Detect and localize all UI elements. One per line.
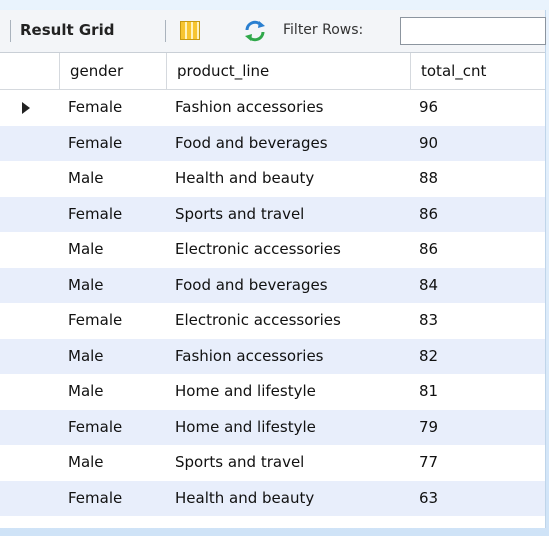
- row-marker[interactable]: [0, 410, 60, 446]
- table-row[interactable]: Male Sports and travel 77: [0, 445, 545, 481]
- row-marker[interactable]: [0, 126, 60, 162]
- table-row[interactable]: Female Health and beauty 63: [0, 480, 545, 517]
- cell-total-cnt[interactable]: 90: [411, 126, 545, 162]
- cell-gender[interactable]: Male: [60, 339, 167, 375]
- cell-gender[interactable]: Female: [60, 126, 167, 162]
- filter-rows-label: Filter Rows:: [283, 22, 364, 38]
- cell-product-line[interactable]: Health and beauty: [167, 161, 411, 197]
- cell-gender[interactable]: Female: [60, 90, 167, 126]
- cell-product-line[interactable]: Food and beverages: [167, 126, 411, 162]
- cell-gender[interactable]: Female: [60, 481, 167, 517]
- cell-gender[interactable]: Male: [60, 445, 167, 481]
- result-grid-tab[interactable]: Result Grid: [20, 21, 114, 39]
- cell-total-cnt[interactable]: 79: [411, 410, 545, 446]
- cell-gender[interactable]: Female: [60, 410, 167, 446]
- row-marker[interactable]: [0, 161, 60, 197]
- header-row-marker: [0, 53, 60, 89]
- cell-total-cnt[interactable]: 96: [411, 90, 545, 126]
- table-row[interactable]: Female Sports and travel 86: [0, 196, 545, 233]
- cell-total-cnt[interactable]: 82: [411, 339, 545, 375]
- cell-product-line[interactable]: Sports and travel: [167, 197, 411, 233]
- toolbar-separator: [10, 20, 11, 42]
- cell-product-line[interactable]: Electronic accessories: [167, 303, 411, 339]
- table-row[interactable]: Male Health and beauty 88: [0, 161, 545, 197]
- cell-gender[interactable]: Male: [60, 161, 167, 197]
- table-row[interactable]: Female Home and lifestyle 79: [0, 409, 545, 446]
- cell-total-cnt[interactable]: 83: [411, 303, 545, 339]
- cell-product-line[interactable]: Sports and travel: [167, 445, 411, 481]
- row-marker[interactable]: [0, 90, 60, 126]
- row-marker[interactable]: [0, 374, 60, 410]
- column-header-gender[interactable]: gender: [60, 53, 167, 89]
- filter-rows-input[interactable]: [400, 17, 546, 45]
- cell-gender[interactable]: Male: [60, 268, 167, 304]
- cell-total-cnt[interactable]: 63: [411, 481, 545, 517]
- cell-total-cnt[interactable]: 81: [411, 374, 545, 410]
- window-frame: Result Grid Filter Rows: gender product_…: [0, 0, 549, 536]
- row-marker[interactable]: [0, 303, 60, 339]
- row-marker[interactable]: [0, 268, 60, 304]
- cell-total-cnt[interactable]: 84: [411, 268, 545, 304]
- row-marker[interactable]: [0, 197, 60, 233]
- refresh-icon[interactable]: [243, 19, 267, 43]
- table-row[interactable]: Female Electronic accessories 83: [0, 303, 545, 339]
- row-marker[interactable]: [0, 445, 60, 481]
- current-row-pointer-icon: [22, 102, 30, 114]
- table-row[interactable]: Male Electronic accessories 86: [0, 232, 545, 268]
- cell-product-line[interactable]: Fashion accessories: [167, 90, 411, 126]
- table-row[interactable]: Male Home and lifestyle 81: [0, 374, 545, 410]
- table-row[interactable]: Male Fashion accessories 82: [0, 338, 545, 375]
- cell-gender[interactable]: Male: [60, 374, 167, 410]
- cell-product-line[interactable]: Fashion accessories: [167, 339, 411, 375]
- cell-total-cnt[interactable]: 77: [411, 445, 545, 481]
- cell-product-line[interactable]: Food and beverages: [167, 268, 411, 304]
- row-marker[interactable]: [0, 481, 60, 517]
- cell-total-cnt[interactable]: 86: [411, 197, 545, 233]
- table-row[interactable]: Male Food and beverages 84: [0, 267, 545, 304]
- cell-product-line[interactable]: Health and beauty: [167, 481, 411, 517]
- table-row[interactable]: Female Fashion accessories 96: [0, 90, 545, 126]
- table-body: Female Fashion accessories 96 Female Food an…: [0, 90, 545, 516]
- result-panel: Result Grid Filter Rows: gender product_…: [0, 10, 546, 528]
- row-marker[interactable]: [0, 339, 60, 375]
- cell-product-line[interactable]: Home and lifestyle: [167, 374, 411, 410]
- row-marker[interactable]: [0, 232, 60, 268]
- column-header-total-cnt[interactable]: total_cnt: [411, 53, 545, 89]
- table-header: gender product_line total_cnt: [0, 53, 545, 90]
- cell-product-line[interactable]: Electronic accessories: [167, 232, 411, 268]
- cell-gender[interactable]: Female: [60, 303, 167, 339]
- cell-total-cnt[interactable]: 88: [411, 161, 545, 197]
- result-table: gender product_line total_cnt Female Fash…: [0, 53, 545, 516]
- cell-gender[interactable]: Male: [60, 232, 167, 268]
- table-row[interactable]: Female Food and beverages 90: [0, 125, 545, 162]
- toolbar-separator: [165, 20, 166, 42]
- cell-product-line[interactable]: Home and lifestyle: [167, 410, 411, 446]
- grid-layout-icon[interactable]: [180, 21, 200, 40]
- cell-total-cnt[interactable]: 86: [411, 232, 545, 268]
- cell-gender[interactable]: Female: [60, 197, 167, 233]
- column-header-product-line[interactable]: product_line: [167, 53, 411, 89]
- result-toolbar: Result Grid Filter Rows:: [0, 10, 546, 53]
